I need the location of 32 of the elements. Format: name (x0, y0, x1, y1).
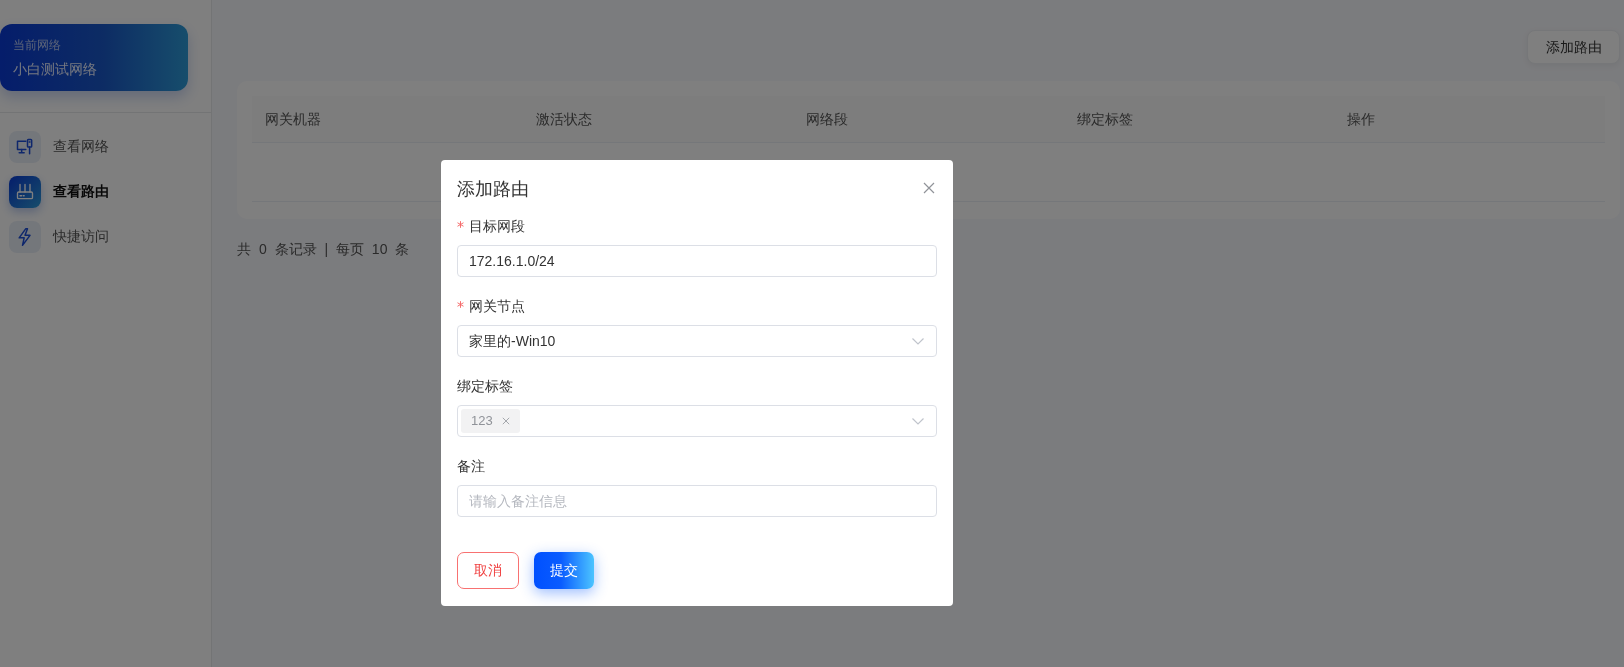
chevron-down-icon (912, 337, 924, 345)
node-select[interactable]: 家里的-Win10 (457, 325, 937, 357)
remark-input[interactable]: 请输入备注信息 (457, 485, 937, 517)
close-icon[interactable] (923, 182, 935, 194)
field-label: 备注 (457, 456, 485, 476)
monitor-icon (9, 130, 41, 163)
sidebar-item[interactable]: 查看路由 (0, 169, 211, 214)
column-header: 激活状态 (534, 109, 593, 129)
lightning-icon (9, 220, 41, 253)
field-label: 目标网段 (469, 216, 525, 236)
router-icon (9, 175, 41, 208)
tag-chip[interactable]: 123 (461, 409, 520, 433)
tag-select[interactable]: 123 (457, 405, 937, 437)
chevron-down-icon (912, 417, 924, 425)
field-label: 网关节点 (469, 296, 525, 316)
text-input[interactable]: 172.16.1.0/24 (457, 245, 937, 277)
submit-button[interactable]: 提交 (534, 552, 594, 589)
add-route-button[interactable]: 添加路由 (1527, 30, 1620, 64)
network-card[interactable]: 当前网络 小白测试网络 (0, 24, 188, 91)
network-label: 当前网络 (13, 36, 62, 53)
column-header: 网关机器 (264, 109, 322, 129)
pagination-summary: 共 0 条记录 | 每页 10 条 (237, 241, 410, 257)
cancel-button[interactable]: 取消 (457, 552, 519, 589)
field-label: 绑定标签 (457, 376, 513, 396)
column-header: 操作 (1346, 109, 1377, 129)
network-name: 小白测试网络 (13, 59, 98, 79)
column-header: 网络段 (805, 109, 850, 129)
dialog-title: 添加路由 (457, 178, 529, 201)
sidebar-item[interactable]: 查看网络 (0, 124, 211, 169)
sidebar-item[interactable]: 快捷访问 (0, 214, 211, 259)
column-header: 绑定标签 (1075, 109, 1134, 129)
close-icon[interactable] (501, 417, 510, 425)
